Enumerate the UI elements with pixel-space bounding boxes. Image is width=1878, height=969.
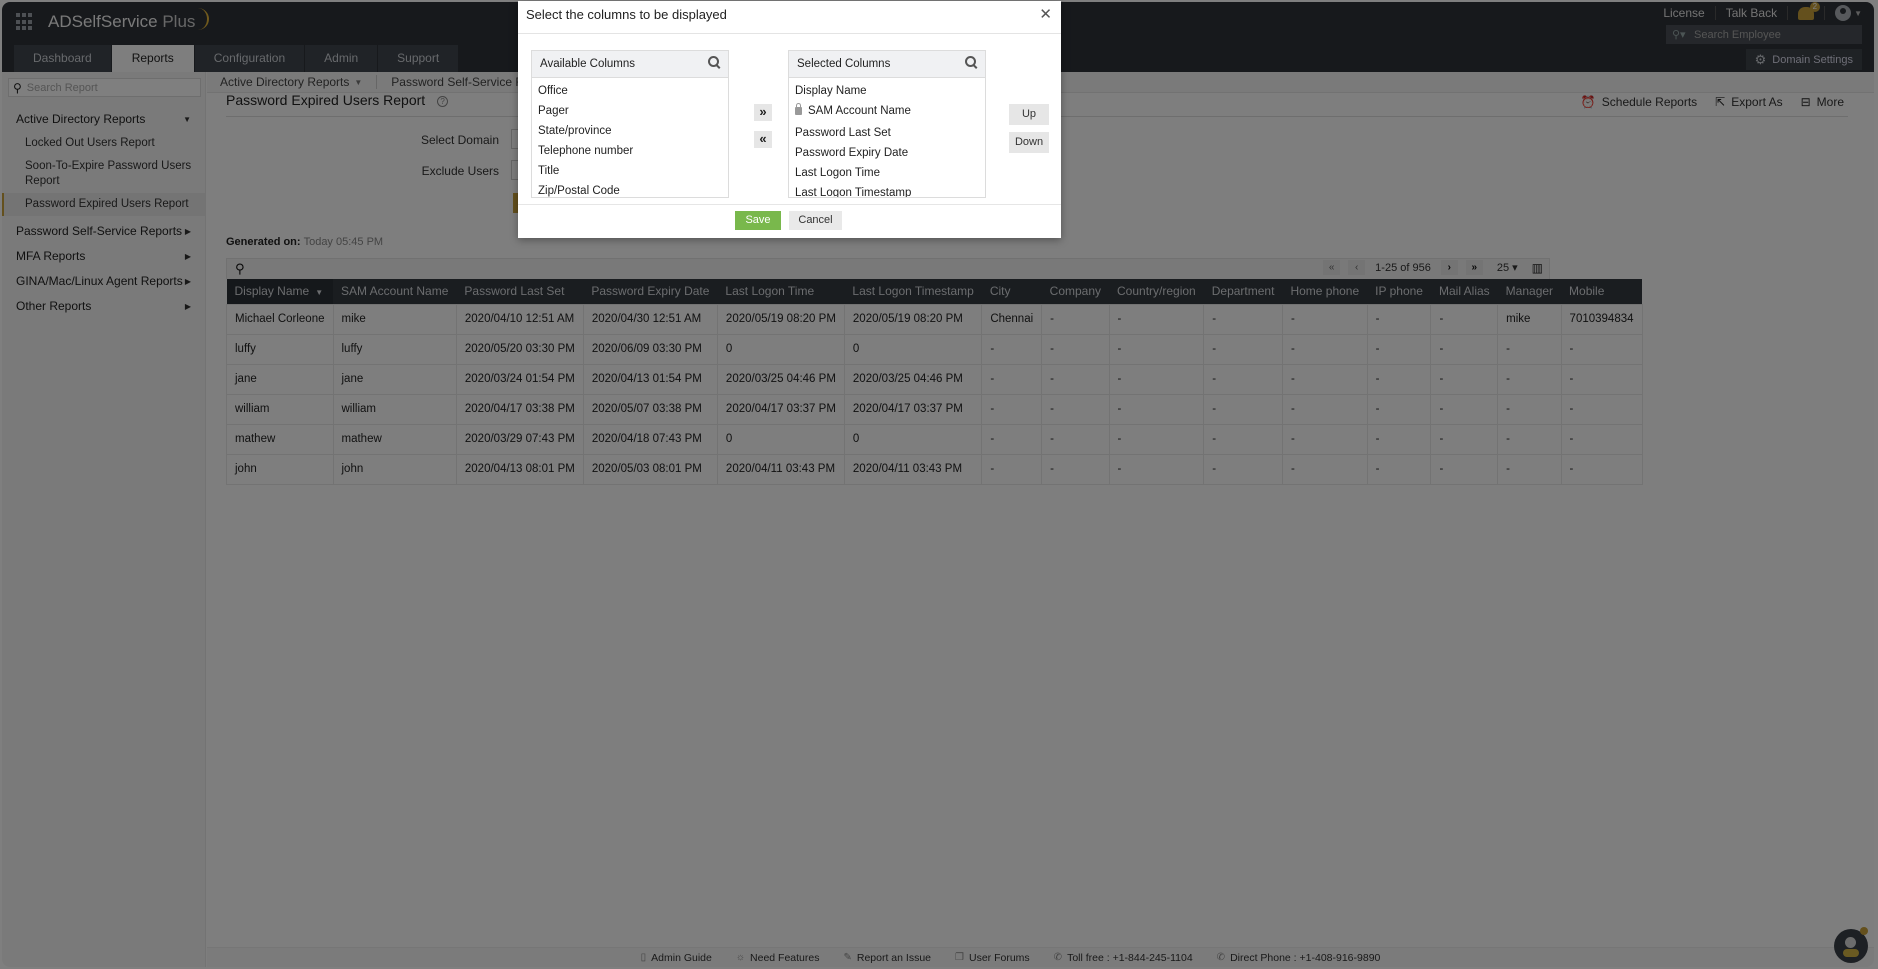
save-button[interactable]: Save xyxy=(735,211,781,230)
column-chooser-dialog: Select the columns to be displayed ✕ Ava… xyxy=(518,1,1061,238)
move-right-button[interactable]: » xyxy=(754,104,772,121)
dialog-title: Select the columns to be displayed xyxy=(526,7,727,22)
available-column-item[interactable]: Office xyxy=(532,81,728,101)
cancel-button[interactable]: Cancel xyxy=(789,211,842,230)
available-column-item[interactable]: Pager xyxy=(532,101,728,121)
available-column-item[interactable]: Telephone number xyxy=(532,141,728,161)
lock-icon xyxy=(795,103,802,115)
available-column-item[interactable]: Zip/Postal Code xyxy=(532,181,728,197)
divider xyxy=(518,204,1061,205)
available-column-item[interactable]: Title xyxy=(532,161,728,181)
selected-column-item[interactable]: Last Logon Time xyxy=(789,163,985,183)
selected-column-item[interactable]: Last Logon Timestamp xyxy=(789,183,985,197)
close-icon[interactable]: ✕ xyxy=(1039,5,1052,23)
selected-column-item[interactable]: SAM Account Name xyxy=(789,101,985,121)
available-columns-title: Available Columns xyxy=(540,58,636,70)
move-down-button[interactable]: Down xyxy=(1009,132,1049,153)
search-icon[interactable] xyxy=(965,56,977,68)
selected-column-item[interactable]: Display Name xyxy=(789,81,985,101)
selected-columns-title: Selected Columns xyxy=(797,58,891,70)
selected-column-item[interactable]: Password Expiry Date xyxy=(789,143,985,163)
available-columns-list: Available Columns Office Pager State/pro… xyxy=(531,50,729,198)
available-columns-header: Available Columns xyxy=(532,51,728,78)
selected-columns-header: Selected Columns xyxy=(789,51,985,78)
move-up-button[interactable]: Up xyxy=(1009,104,1049,125)
selected-columns-list: Selected Columns Display Name SAM Accoun… xyxy=(788,50,986,198)
divider xyxy=(518,33,1061,34)
move-left-button[interactable]: « xyxy=(754,131,772,148)
selected-column-item[interactable]: Password Last Set xyxy=(789,123,985,143)
search-icon[interactable] xyxy=(708,56,720,68)
available-column-item[interactable]: State/province xyxy=(532,121,728,141)
